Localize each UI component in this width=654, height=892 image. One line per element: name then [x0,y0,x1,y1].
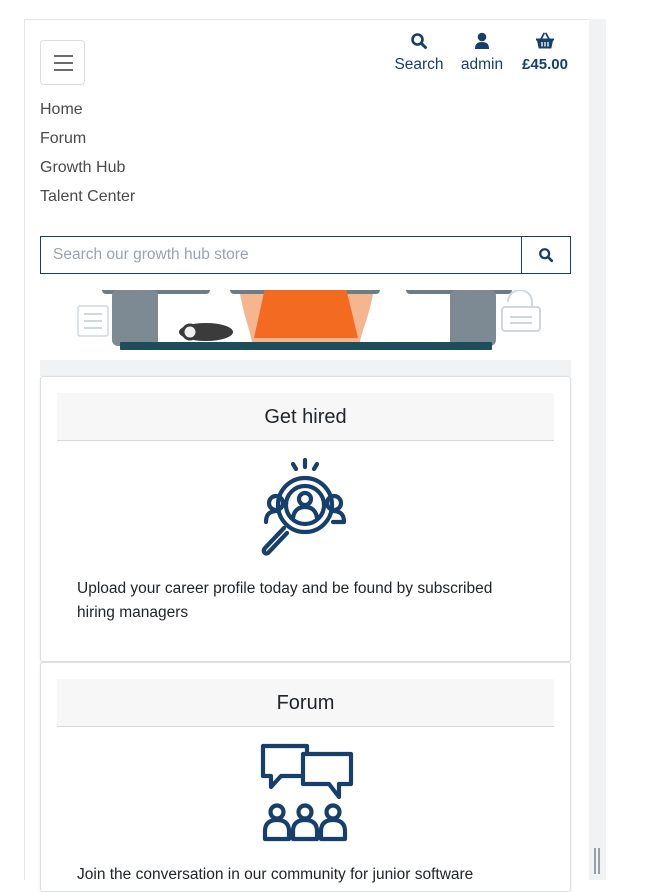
nav-item-growth-hub[interactable]: Growth Hub [40,158,135,187]
card-description: Join the conversation in our community f… [77,866,474,883]
basket-total: £45.00 [522,56,568,73]
hero-banner [40,290,571,360]
hamburger-icon-bar [54,69,73,71]
scrollbar-grip[interactable] [594,848,600,874]
basket-icon [536,32,554,49]
store-search-input[interactable] [41,237,521,273]
store-search-form [40,236,571,274]
main-nav: Home Forum Growth Hub Talent Center [40,100,135,216]
card-description: Upload your career profile today and be … [77,580,493,621]
hamburger-icon-bar [54,55,73,57]
header-account-link[interactable]: admin [457,32,507,74]
nav-item-forum[interactable]: Forum [40,129,135,158]
nav-item-home[interactable]: Home [40,100,135,129]
hero-illustration [77,290,541,350]
header-basket-link[interactable]: £45.00 [516,32,574,74]
scrollbar-track[interactable] [589,19,606,880]
search-icon [411,33,427,49]
menu-toggle-button[interactable] [40,40,85,85]
hamburger-icon-bar [54,62,73,64]
community-chat-icon [260,743,354,842]
store-search-button[interactable] [521,237,570,273]
nav-item-talent-center[interactable]: Talent Center [40,187,135,216]
recruitment-magnifier-icon [261,457,347,556]
user-icon [475,32,489,49]
header-search-label: Search [394,56,444,73]
hero-bottom-strip [40,360,571,376]
card-forum: Forum Join the conversation in our commu… [40,662,571,892]
header-account-label: admin [460,56,504,73]
search-icon [539,248,554,263]
card-title: Get hired [57,393,554,441]
header-search-link[interactable]: Search [393,32,445,74]
card-get-hired: Get hired Upload your career profile tod… [40,376,571,662]
card-title: Forum [57,679,554,727]
